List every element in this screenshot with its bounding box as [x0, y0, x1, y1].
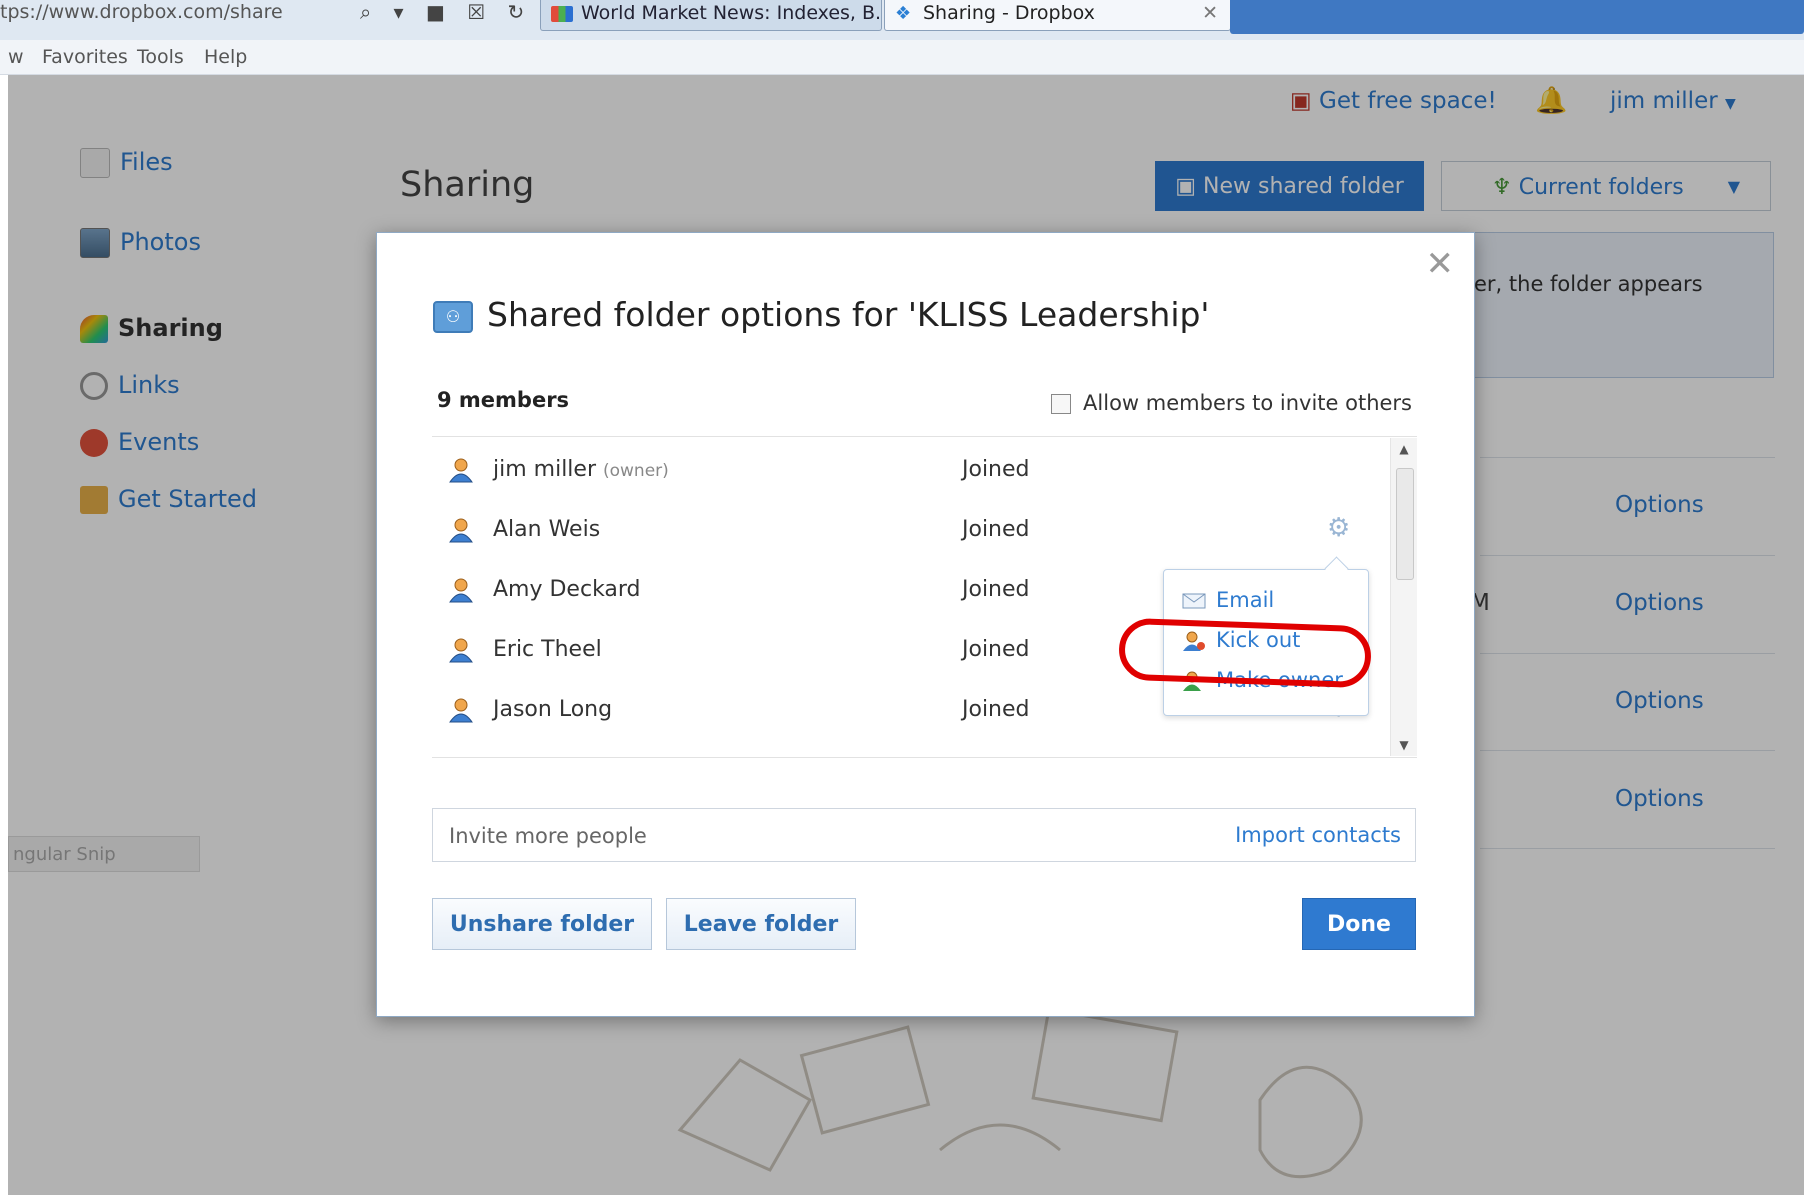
invite-input[interactable]	[447, 809, 1151, 863]
close-icon[interactable]: ✕	[1426, 247, 1455, 281]
import-contacts-link[interactable]: Import contacts	[1235, 823, 1401, 847]
member-status: Joined	[962, 697, 1030, 722]
member-status: Joined	[962, 457, 1030, 482]
member-list-scrollbar[interactable]: ▲ ▼	[1390, 438, 1417, 756]
member-role: (owner)	[603, 461, 669, 481]
menu-item-email[interactable]: Email	[1182, 588, 1274, 612]
invite-field: Import contacts	[432, 808, 1416, 863]
unshare-folder-button[interactable]: Unshare folder	[432, 898, 652, 950]
shared-folder-icon: ⚇	[433, 300, 473, 333]
member-name: Amy Deckard	[493, 577, 641, 602]
leave-folder-button[interactable]: Leave folder	[666, 898, 856, 950]
dialog-title: ⚇ Shared folder options for 'KLISS Leader…	[433, 295, 1210, 334]
dialog-title-text: Shared folder options for 'KLISS Leaders…	[487, 295, 1210, 334]
tab-world-market-news[interactable]: World Market News: Indexes, B...	[540, 0, 882, 31]
tab-label: World Market News: Indexes, B...	[581, 2, 882, 24]
red-highlight-annotation	[1117, 617, 1373, 689]
scroll-thumb[interactable]	[1396, 468, 1414, 580]
envelope-icon	[1182, 593, 1206, 609]
member-name: jim miller (owner)	[493, 457, 669, 482]
members-count: 9 members	[437, 388, 570, 412]
member-name: Jason Long	[493, 697, 613, 722]
person-icon	[449, 578, 473, 603]
person-icon	[449, 518, 473, 543]
scroll-down-arrow-icon[interactable]: ▼	[1391, 738, 1417, 752]
tab-close-icon[interactable]: ✕	[1202, 0, 1218, 26]
person-icon	[449, 458, 473, 483]
member-row: jim miller (owner) Joined	[432, 443, 1392, 503]
person-icon	[449, 638, 473, 663]
menu-view[interactable]: w	[8, 46, 24, 68]
new-tab-area[interactable]	[1230, 0, 1804, 34]
menu-help[interactable]: Help	[204, 46, 247, 68]
gear-icon[interactable]: ⚙	[1327, 513, 1350, 543]
allow-invite-label: Allow members to invite others	[1083, 391, 1412, 415]
dropbox-favicon-icon: ❖	[895, 2, 912, 24]
person-icon	[449, 698, 473, 723]
tab-sharing-dropbox[interactable]: ❖ Sharing - Dropbox ✕	[884, 0, 1231, 31]
member-name: Eric Theel	[493, 637, 602, 662]
browser-menu-bar: w Favorites Tools Help	[0, 40, 1804, 75]
member-status: Joined	[962, 577, 1030, 602]
member-status: Joined	[962, 637, 1030, 662]
member-row: Alan Weis Joined ⚙	[432, 503, 1392, 563]
member-name-text: jim miller	[493, 457, 596, 482]
member-name: Alan Weis	[493, 517, 601, 542]
menu-favorites[interactable]: Favorites	[42, 46, 128, 68]
msn-favicon-icon	[551, 5, 573, 22]
menu-tools[interactable]: Tools	[137, 46, 184, 68]
member-status: Joined	[962, 517, 1030, 542]
checkbox-unchecked-icon[interactable]	[1051, 394, 1072, 414]
tab-label: Sharing - Dropbox	[923, 2, 1095, 24]
done-button[interactable]: Done	[1302, 898, 1416, 950]
address-bar[interactable]: tps://www.dropbox.com/share	[0, 0, 283, 24]
menu-item-label: Email	[1216, 588, 1275, 612]
allow-invite-checkbox[interactable]: Allow members to invite others	[1051, 391, 1412, 415]
browser-tab-bar: tps://www.dropbox.com/share ⌕ ▾ ■ ☒ ↻ ✕ …	[0, 0, 1804, 41]
scroll-up-arrow-icon[interactable]: ▲	[1391, 442, 1417, 456]
